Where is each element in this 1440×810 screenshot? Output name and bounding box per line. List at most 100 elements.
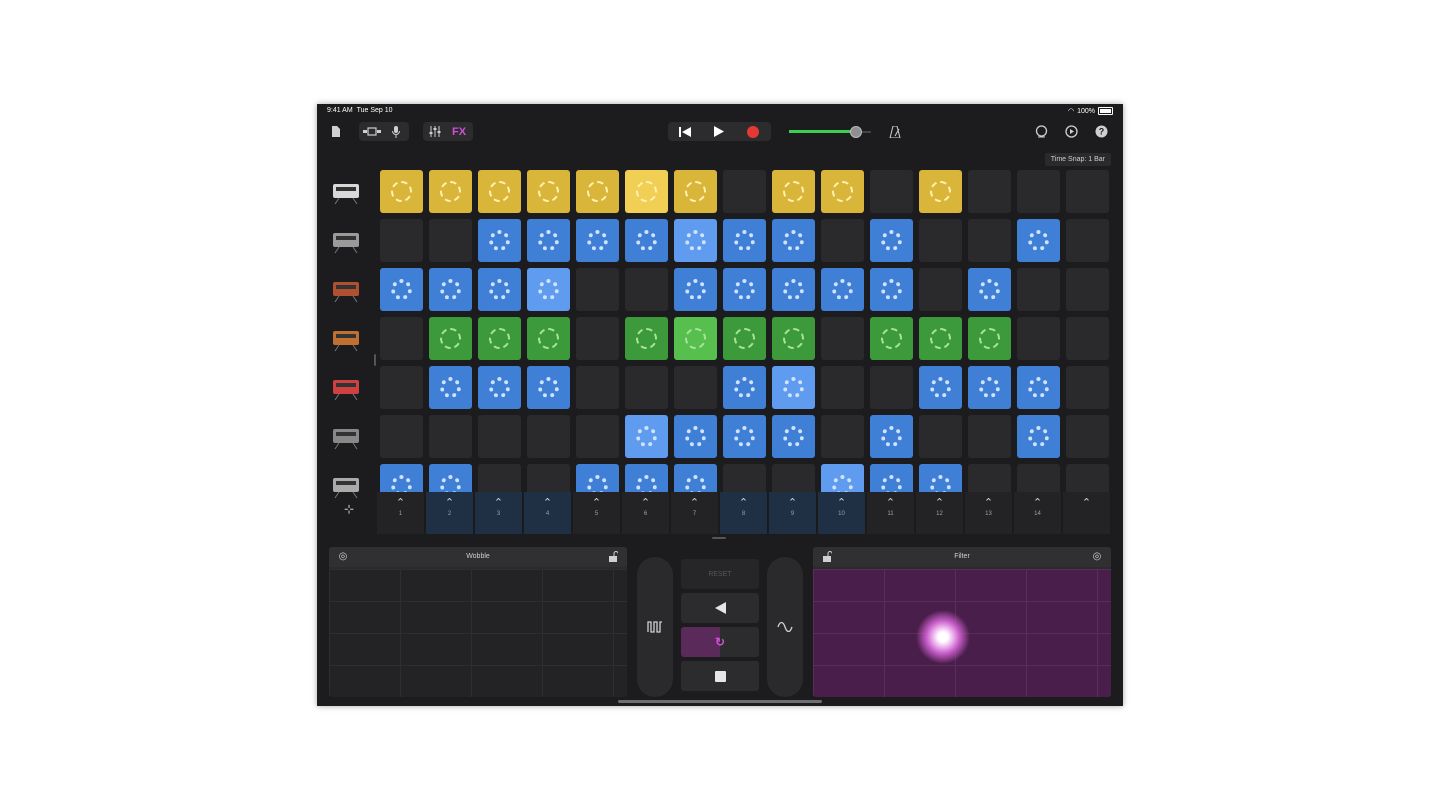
empty-cell[interactable] [1066, 464, 1109, 492]
loop-cell[interactable] [821, 464, 864, 492]
loop-cell[interactable] [625, 415, 668, 458]
loop-cell[interactable] [380, 464, 423, 492]
loop-cell[interactable] [968, 366, 1011, 409]
loop-cell[interactable] [674, 170, 717, 213]
loop-cell[interactable] [723, 415, 766, 458]
empty-cell[interactable] [919, 415, 962, 458]
empty-cell[interactable] [527, 464, 570, 492]
loop-cell[interactable] [772, 415, 815, 458]
microphone-icon[interactable] [385, 122, 407, 141]
loop-cell[interactable] [968, 317, 1011, 360]
rewind-icon[interactable] [668, 122, 702, 141]
loop-cell[interactable] [674, 415, 717, 458]
loop-cell[interactable] [429, 317, 472, 360]
loop-cell[interactable] [674, 219, 717, 262]
loop-cell[interactable] [527, 317, 570, 360]
loop-cell[interactable] [674, 464, 717, 492]
document-icon[interactable] [329, 123, 343, 140]
loop-cell[interactable] [429, 464, 472, 492]
empty-cell[interactable] [968, 170, 1011, 213]
empty-cell[interactable] [429, 415, 472, 458]
empty-cell[interactable] [723, 464, 766, 492]
loop-cell[interactable] [625, 170, 668, 213]
settings-icon[interactable] [1063, 123, 1079, 140]
loop-cell[interactable] [380, 170, 423, 213]
empty-cell[interactable] [1066, 170, 1109, 213]
empty-cell[interactable] [576, 268, 619, 311]
loop-cell[interactable] [870, 415, 913, 458]
mixer-icon[interactable] [423, 122, 447, 141]
loop-cell[interactable] [429, 366, 472, 409]
column-trigger[interactable]: ⌃ 3 [475, 492, 523, 534]
resize-handle[interactable] [374, 354, 376, 366]
loop-cell[interactable] [674, 317, 717, 360]
loop-cell[interactable] [1017, 219, 1060, 262]
loop-cell[interactable] [772, 268, 815, 311]
loop-cell[interactable] [919, 317, 962, 360]
empty-cell[interactable] [1017, 268, 1060, 311]
loop-cell[interactable] [576, 464, 619, 492]
loop-cell[interactable] [723, 366, 766, 409]
metronome-icon[interactable] [887, 123, 903, 140]
empty-cell[interactable] [1066, 219, 1109, 262]
empty-cell[interactable] [919, 268, 962, 311]
empty-cell[interactable] [968, 464, 1011, 492]
empty-cell[interactable] [821, 317, 864, 360]
loop-cell[interactable] [674, 268, 717, 311]
play-icon[interactable] [702, 122, 736, 141]
effect-picker-icon[interactable]: ◎ [1091, 551, 1103, 563]
column-trigger[interactable]: ⌃ 8 [720, 492, 768, 534]
empty-cell[interactable] [625, 366, 668, 409]
loop-cell[interactable] [870, 464, 913, 492]
empty-cell[interactable] [380, 366, 423, 409]
reset-button[interactable]: RESET [681, 559, 759, 589]
loop-cell[interactable] [478, 268, 521, 311]
gate-effect-button[interactable] [637, 557, 673, 697]
loop-cell[interactable] [723, 317, 766, 360]
empty-cell[interactable] [380, 219, 423, 262]
column-trigger[interactable]: ⌃ 12 [916, 492, 964, 534]
column-trigger[interactable]: ⌃ 9 [769, 492, 817, 534]
loop-cell[interactable] [478, 366, 521, 409]
loop-cell[interactable] [968, 268, 1011, 311]
empty-cell[interactable] [1017, 317, 1060, 360]
wobble-xy-area[interactable] [329, 569, 627, 697]
column-trigger[interactable]: ⌃ 11 [867, 492, 915, 534]
empty-cell[interactable] [821, 366, 864, 409]
empty-cell[interactable] [576, 317, 619, 360]
empty-cell[interactable] [968, 415, 1011, 458]
loop-cell[interactable] [478, 219, 521, 262]
effect-picker-icon[interactable]: ◎ [337, 551, 349, 563]
empty-cell[interactable] [380, 415, 423, 458]
loop-cell[interactable] [625, 317, 668, 360]
loop-cell[interactable] [527, 366, 570, 409]
synth-keyboard-icon[interactable] [329, 275, 363, 305]
loop-cell[interactable] [870, 317, 913, 360]
column-trigger[interactable]: ⌃ 7 [671, 492, 719, 534]
loop-cell[interactable] [870, 219, 913, 262]
analog-synth-icon[interactable] [329, 324, 363, 354]
column-trigger[interactable]: ⌃ 10 [818, 492, 866, 534]
empty-cell[interactable] [1066, 415, 1109, 458]
repeat-button[interactable]: ↻ [681, 627, 759, 657]
filter-pad[interactable]: Filter ◎ [813, 547, 1111, 697]
empty-cell[interactable] [1066, 268, 1109, 311]
empty-cell[interactable] [576, 366, 619, 409]
loop-cell[interactable] [1017, 366, 1060, 409]
loop-cell[interactable] [527, 219, 570, 262]
loop-cell[interactable] [772, 170, 815, 213]
loop-cell[interactable] [821, 170, 864, 213]
loop-cell[interactable] [576, 219, 619, 262]
keyboard-stand-icon[interactable] [329, 471, 363, 501]
wobble-pad[interactable]: Wobble ◎ [329, 547, 627, 697]
loop-cell[interactable] [772, 317, 815, 360]
loop-cell[interactable] [772, 366, 815, 409]
bass-speaker-icon[interactable] [329, 422, 363, 452]
loop-cell[interactable] [380, 268, 423, 311]
loop-cell[interactable] [527, 170, 570, 213]
empty-cell[interactable] [870, 170, 913, 213]
master-volume-slider[interactable] [789, 126, 871, 138]
column-trigger[interactable]: ⌃ 14 [1014, 492, 1062, 534]
loop-cell[interactable] [576, 170, 619, 213]
empty-cell[interactable] [1017, 170, 1060, 213]
